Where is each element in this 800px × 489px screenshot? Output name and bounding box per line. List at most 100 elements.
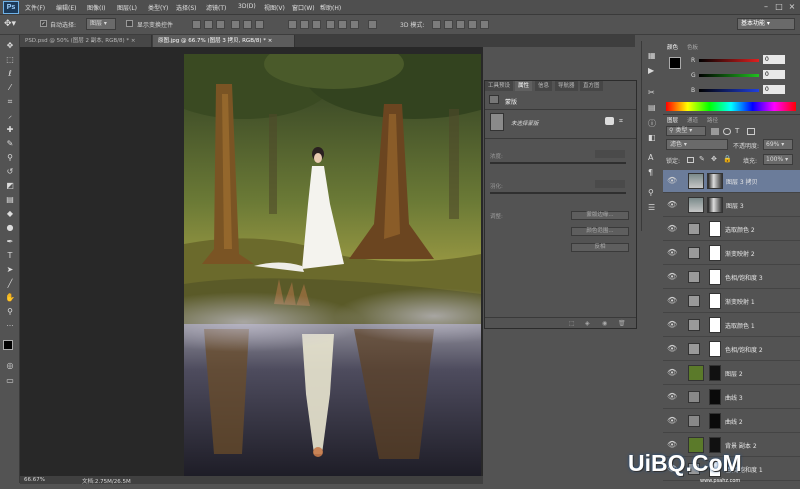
eraser-tool-icon[interactable]: ◩ xyxy=(3,180,17,191)
tab-swatches[interactable]: 色板 xyxy=(687,43,698,51)
r-value[interactable]: 0 xyxy=(763,55,785,64)
layer-name[interactable]: 渐变映射 1 xyxy=(725,297,755,306)
menu-item[interactable]: 滤镜(T) xyxy=(206,3,226,12)
distribute-middle-icon[interactable] xyxy=(300,20,309,29)
move-tool-preset-icon[interactable]: ✥▾ xyxy=(4,19,20,30)
tab-navigator[interactable]: 导航器 xyxy=(555,81,578,91)
layer-row[interactable]: 👁 选取颜色 2 xyxy=(663,218,800,241)
tab-histogram[interactable]: 直方图 xyxy=(580,81,603,91)
tab-properties[interactable]: 属性 xyxy=(515,81,533,91)
move-tool-icon[interactable]: ✥ xyxy=(3,40,17,51)
layer-name[interactable]: 图层 2 xyxy=(725,369,743,378)
visibility-eye-icon[interactable]: 👁 xyxy=(667,224,677,233)
clone-stamp-tool-icon[interactable]: ⚲ xyxy=(3,152,17,163)
styles-icon[interactable]: ☰ xyxy=(648,203,655,212)
layer-row[interactable]: 👁 图层 3 xyxy=(663,194,800,217)
more-tools-icon[interactable]: … xyxy=(3,319,17,330)
distribute-center-icon[interactable] xyxy=(338,20,347,29)
marquee-tool-icon[interactable]: ⬚ xyxy=(3,54,17,65)
distribute-right-icon[interactable] xyxy=(350,20,359,29)
g-slider[interactable] xyxy=(699,74,759,77)
g-value[interactable]: 0 xyxy=(763,70,785,79)
layer-row[interactable]: 👁 色相/饱和度 2 xyxy=(663,338,800,361)
3d-slide-icon[interactable] xyxy=(468,20,477,29)
menu-item[interactable]: 窗口(W) xyxy=(292,3,315,12)
auto-select-checkbox[interactable]: ✓ xyxy=(40,20,47,27)
history-icon[interactable]: ▦ xyxy=(648,51,656,60)
fill-field[interactable]: 100% ▾ xyxy=(763,154,793,165)
add-pixel-mask-icon[interactable] xyxy=(605,117,614,125)
filter-type-icon[interactable]: T xyxy=(735,127,739,135)
quick-select-tool-icon[interactable]: ⁄ xyxy=(3,82,17,93)
visibility-eye-icon[interactable]: 👁 xyxy=(667,320,677,329)
align-middle-icon[interactable] xyxy=(204,20,213,29)
lock-move-icon[interactable]: ✥ xyxy=(711,155,717,163)
blur-tool-icon[interactable]: ◆ xyxy=(3,208,17,219)
filter-adjustment-icon[interactable] xyxy=(723,128,731,135)
layer-row[interactable]: 👁 渐变映射 2 xyxy=(663,242,800,265)
layer-row[interactable]: 👁 色相/饱和度 3 xyxy=(663,266,800,289)
layer-row[interactable]: 👁 选取颜色 1 xyxy=(663,314,800,337)
lock-transparent-icon[interactable] xyxy=(687,157,694,163)
menu-item[interactable]: 编辑(E) xyxy=(56,3,76,12)
tools-options-icon[interactable]: ✂ xyxy=(648,88,655,97)
visibility-eye-icon[interactable]: 👁 xyxy=(667,440,677,449)
add-vector-mask-icon[interactable]: ⌗ xyxy=(619,117,628,125)
layer-name[interactable]: 选取颜色 2 xyxy=(725,225,755,234)
auto-align-icon[interactable] xyxy=(368,20,377,29)
density-value-field[interactable] xyxy=(595,150,625,158)
3d-pan-icon[interactable] xyxy=(456,20,465,29)
tab-info[interactable]: 信息 xyxy=(535,81,553,91)
layer-name[interactable]: 色相/饱和度 3 xyxy=(725,273,763,282)
visibility-eye-icon[interactable]: 👁 xyxy=(667,368,677,377)
dodge-tool-icon[interactable]: ● xyxy=(3,222,17,233)
layer-row[interactable]: 👁 曲线 3 xyxy=(663,386,800,409)
layer-name[interactable]: 曲线 2 xyxy=(725,417,743,426)
layer-name[interactable]: 色相/饱和度 2 xyxy=(725,345,763,354)
document-canvas-image[interactable] xyxy=(184,54,481,476)
3d-scale-icon[interactable] xyxy=(480,20,489,29)
layer-name[interactable]: 选取颜色 1 xyxy=(725,321,755,330)
tab-tool-presets[interactable]: 工具预设 xyxy=(485,81,514,91)
line-tool-icon[interactable]: ╱ xyxy=(3,278,17,289)
align-center-icon[interactable] xyxy=(243,20,252,29)
menu-item[interactable]: 选择(S) xyxy=(176,3,197,12)
hand-tool-icon[interactable]: ✋ xyxy=(3,292,17,303)
crop-tool-icon[interactable]: ⌗ xyxy=(3,96,17,107)
healing-brush-tool-icon[interactable]: ✚ xyxy=(3,124,17,135)
brush-tool-icon[interactable]: ✎ xyxy=(3,138,17,149)
eyedropper-tool-icon[interactable]: ⸝ xyxy=(3,110,17,121)
tab-channels[interactable]: 通道 xyxy=(687,116,698,124)
visibility-eye-icon[interactable]: 👁 xyxy=(667,248,677,257)
maximize-button[interactable]: □ xyxy=(773,2,785,12)
close-tab-icon[interactable]: × xyxy=(131,38,136,44)
b-value[interactable]: 0 xyxy=(763,85,785,94)
actions-icon[interactable]: ▶ xyxy=(648,66,654,75)
layer-name[interactable]: 背景 副本 2 xyxy=(725,441,757,450)
close-tab-icon[interactable]: × xyxy=(268,38,273,44)
tab-original-image[interactable]: 原图.jpg @ 66.7% (图层 3 拷贝, RGB/8) * × xyxy=(153,35,295,47)
visibility-eye-icon[interactable]: 👁 xyxy=(667,176,677,185)
menu-item[interactable]: 帮助(H) xyxy=(320,3,341,12)
tab-paths[interactable]: 路径 xyxy=(707,116,718,124)
visibility-eye-icon[interactable]: 👁 xyxy=(667,344,677,353)
r-slider[interactable] xyxy=(699,59,759,62)
path-selection-tool-icon[interactable]: ➤ xyxy=(3,264,17,275)
clone-source-icon[interactable]: ⚲ xyxy=(648,188,654,197)
adjustments-icon[interactable]: ◧ xyxy=(648,133,656,142)
quick-mask-icon[interactable]: ◎ xyxy=(3,360,17,371)
align-left-icon[interactable] xyxy=(231,20,240,29)
3d-roll-icon[interactable] xyxy=(444,20,453,29)
distribute-left-icon[interactable] xyxy=(326,20,335,29)
load-selection-icon[interactable]: ⬚ xyxy=(569,320,575,327)
3d-rotate-icon[interactable] xyxy=(432,20,441,29)
delete-mask-icon[interactable]: 🗑 xyxy=(618,320,626,327)
blend-mode-dropdown[interactable]: 滤色 ▾ xyxy=(666,139,728,150)
visibility-eye-icon[interactable]: 👁 xyxy=(667,200,677,209)
color-fg-swatch[interactable] xyxy=(669,57,681,69)
color-range-button[interactable]: 颜色范围... xyxy=(571,227,629,236)
character-icon[interactable]: A xyxy=(648,153,653,162)
layer-row[interactable]: 👁 曲线 2 xyxy=(663,410,800,433)
color-spectrum-bar[interactable] xyxy=(666,102,796,111)
visibility-eye-icon[interactable]: 👁 xyxy=(667,392,677,401)
